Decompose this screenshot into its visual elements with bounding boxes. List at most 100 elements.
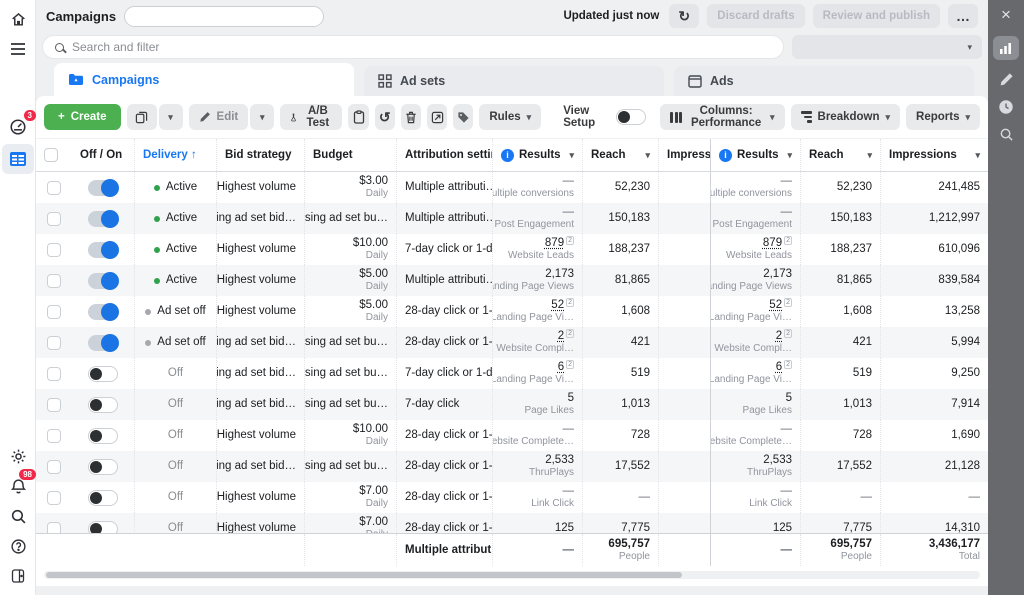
select-all-checkbox[interactable]: [44, 148, 58, 162]
columns-button[interactable]: Columns: Performance▾: [660, 104, 784, 130]
campaign-toggle[interactable]: [88, 211, 118, 227]
col-bid-strategy[interactable]: Bid strategy: [216, 139, 304, 171]
row-checkbox[interactable]: [47, 274, 61, 288]
tab-ad-sets[interactable]: Ad sets: [364, 66, 664, 96]
edit-button[interactable]: Edit: [189, 104, 249, 130]
campaign-toggle[interactable]: [88, 273, 118, 289]
campaign-toggle[interactable]: [88, 335, 118, 351]
row-checkbox[interactable]: [47, 212, 61, 226]
col-delivery[interactable]: Delivery ↑: [134, 139, 216, 171]
col-budget[interactable]: Budget: [304, 139, 396, 171]
result-value[interactable]: —: [563, 206, 575, 218]
result-value[interactable]: 2: [776, 330, 782, 342]
result-value[interactable]: —: [781, 206, 793, 218]
row-checkbox[interactable]: [47, 336, 61, 350]
campaign-toggle[interactable]: [88, 521, 118, 534]
tab-campaigns[interactable]: Campaigns: [54, 63, 354, 96]
filters-dropdown[interactable]: ▾: [792, 35, 982, 59]
discard-drafts-button[interactable]: Discard drafts: [707, 4, 804, 28]
create-button[interactable]: +Create: [44, 104, 121, 130]
tag-button[interactable]: [453, 104, 473, 130]
campaign-name-input[interactable]: [124, 6, 324, 27]
result-value[interactable]: 125: [773, 522, 792, 533]
result-value[interactable]: 2,533: [545, 454, 574, 466]
reports-button[interactable]: Reports▾: [906, 104, 980, 130]
result-value[interactable]: 879: [763, 237, 782, 249]
export-button[interactable]: [427, 104, 447, 130]
clipboard-button[interactable]: [348, 104, 368, 130]
col-attribution[interactable]: Attribution setting: [396, 139, 492, 171]
result-value[interactable]: 2,173: [763, 268, 792, 280]
more-options-button[interactable]: …: [948, 4, 978, 28]
row-checkbox[interactable]: [47, 460, 61, 474]
menu-icon[interactable]: [0, 34, 36, 64]
info-icon[interactable]: i: [719, 149, 732, 162]
row-checkbox[interactable]: [47, 522, 61, 534]
campaign-toggle[interactable]: [88, 459, 118, 475]
help-icon[interactable]: [0, 531, 36, 561]
result-value[interactable]: 52: [551, 299, 564, 311]
edit-caret-button[interactable]: ▾: [250, 104, 274, 130]
review-publish-button[interactable]: Review and publish: [813, 4, 940, 28]
campaign-toggle[interactable]: [88, 428, 118, 444]
row-checkbox[interactable]: [47, 181, 61, 195]
row-checkbox[interactable]: [47, 305, 61, 319]
search-input[interactable]: Search and filter: [42, 35, 784, 59]
performance-chart-icon[interactable]: [993, 36, 1019, 60]
result-value[interactable]: —: [781, 175, 793, 187]
row-checkbox[interactable]: [47, 367, 61, 381]
duplicate-caret-button[interactable]: ▾: [159, 104, 183, 130]
campaign-toggle[interactable]: [88, 366, 118, 382]
result-value[interactable]: 5: [786, 392, 792, 404]
result-value[interactable]: 2: [558, 330, 564, 342]
col-impressions-truncated[interactable]: Impressions: [658, 139, 710, 171]
history-clock-icon[interactable]: [998, 99, 1014, 115]
refresh-button[interactable]: ↻: [669, 4, 699, 28]
delete-button[interactable]: [401, 104, 421, 130]
settings-gear-icon[interactable]: [0, 441, 36, 471]
home-icon[interactable]: [0, 4, 36, 34]
col-reach-2[interactable]: Reach▾: [800, 139, 880, 171]
ad-account-gauge-icon[interactable]: 3: [0, 112, 36, 142]
zoom-search-icon[interactable]: [999, 127, 1014, 142]
scrollbar-thumb[interactable]: [46, 572, 682, 578]
view-setup-toggle[interactable]: [616, 109, 646, 125]
result-value[interactable]: 6: [776, 361, 782, 373]
duplicate-button[interactable]: [127, 104, 157, 130]
col-impressions-2[interactable]: Impressions▾: [880, 139, 988, 171]
campaign-toggle[interactable]: [88, 242, 118, 258]
col-reach[interactable]: Reach▾: [582, 139, 658, 171]
result-value[interactable]: 879: [545, 237, 564, 249]
close-icon[interactable]: ×: [1001, 6, 1011, 24]
ads-manager-icon[interactable]: [2, 144, 34, 174]
result-value[interactable]: 2,173: [545, 268, 574, 280]
result-value[interactable]: 5: [568, 392, 574, 404]
result-value[interactable]: —: [781, 485, 793, 497]
result-value[interactable]: 6: [558, 361, 564, 373]
result-value[interactable]: 125: [555, 522, 574, 533]
row-checkbox[interactable]: [47, 429, 61, 443]
col-results-2[interactable]: iResults▾: [710, 139, 800, 171]
apps-panel-icon[interactable]: [0, 561, 36, 591]
result-value[interactable]: —: [563, 485, 575, 497]
scrollbar-track[interactable]: [44, 571, 980, 579]
undo-button[interactable]: ↺: [375, 104, 395, 130]
result-value[interactable]: 52: [769, 299, 782, 311]
rules-button[interactable]: Rules▾: [479, 104, 541, 130]
breakdown-button[interactable]: Breakdown▾: [791, 104, 901, 130]
info-icon[interactable]: i: [501, 149, 514, 162]
row-checkbox[interactable]: [47, 398, 61, 412]
campaign-toggle[interactable]: [88, 397, 118, 413]
result-value[interactable]: —: [563, 423, 575, 435]
tab-ads[interactable]: Ads: [674, 66, 974, 96]
col-results[interactable]: iResults▾: [492, 139, 582, 171]
campaign-toggle[interactable]: [88, 490, 118, 506]
row-checkbox[interactable]: [47, 491, 61, 505]
result-value[interactable]: 2,533: [763, 454, 792, 466]
result-value[interactable]: —: [781, 423, 793, 435]
row-checkbox[interactable]: [47, 243, 61, 257]
ab-test-button[interactable]: A/B Test: [280, 104, 342, 130]
notifications-bell-icon[interactable]: 98: [0, 471, 36, 501]
result-value[interactable]: —: [563, 175, 575, 187]
campaign-toggle[interactable]: [88, 304, 118, 320]
